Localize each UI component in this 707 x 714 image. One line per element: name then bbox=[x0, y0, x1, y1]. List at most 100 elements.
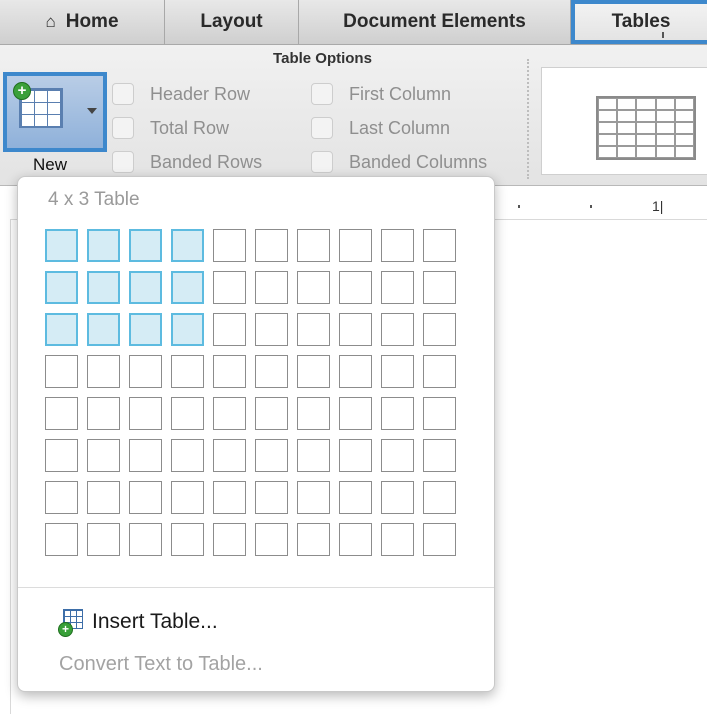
grid-cell-selected[interactable] bbox=[45, 229, 78, 262]
grid-cell[interactable] bbox=[171, 397, 204, 430]
header-row-checkbox[interactable] bbox=[112, 83, 134, 105]
grid-cell[interactable] bbox=[255, 229, 288, 262]
grid-cell-selected[interactable] bbox=[129, 229, 162, 262]
grid-cell[interactable] bbox=[339, 313, 372, 346]
grid-cell-selected[interactable] bbox=[129, 313, 162, 346]
grid-cell[interactable] bbox=[381, 397, 414, 430]
grid-cell[interactable] bbox=[339, 271, 372, 304]
table-style-thumbnail[interactable] bbox=[596, 96, 696, 160]
grid-cell[interactable] bbox=[297, 523, 330, 556]
grid-cell[interactable] bbox=[255, 313, 288, 346]
grid-cell[interactable] bbox=[339, 397, 372, 430]
grid-cell[interactable] bbox=[213, 271, 246, 304]
grid-cell[interactable] bbox=[171, 439, 204, 472]
grid-cell[interactable] bbox=[255, 481, 288, 514]
grid-cell[interactable] bbox=[423, 229, 456, 262]
grid-cell[interactable] bbox=[45, 523, 78, 556]
grid-cell[interactable] bbox=[423, 313, 456, 346]
grid-cell[interactable] bbox=[213, 355, 246, 388]
grid-cell[interactable] bbox=[171, 523, 204, 556]
banded-rows-checkbox[interactable] bbox=[112, 151, 134, 173]
grid-cell[interactable] bbox=[129, 355, 162, 388]
grid-cell[interactable] bbox=[87, 355, 120, 388]
grid-cell[interactable] bbox=[213, 481, 246, 514]
grid-cell-selected[interactable] bbox=[87, 229, 120, 262]
option-header-row[interactable]: Header Row bbox=[112, 83, 250, 105]
grid-cell[interactable] bbox=[45, 397, 78, 430]
grid-cell[interactable] bbox=[255, 397, 288, 430]
grid-cell[interactable] bbox=[297, 271, 330, 304]
grid-cell[interactable] bbox=[381, 229, 414, 262]
grid-cell[interactable] bbox=[45, 439, 78, 472]
grid-cell[interactable] bbox=[129, 397, 162, 430]
grid-cell[interactable] bbox=[381, 523, 414, 556]
grid-cell[interactable] bbox=[255, 439, 288, 472]
grid-cell[interactable] bbox=[255, 355, 288, 388]
table-size-grid[interactable] bbox=[45, 229, 465, 565]
grid-cell[interactable] bbox=[297, 397, 330, 430]
grid-cell[interactable] bbox=[423, 397, 456, 430]
insert-table-menu-item[interactable]: + Insert Table... bbox=[58, 609, 218, 637]
grid-cell[interactable] bbox=[339, 355, 372, 388]
grid-cell-selected[interactable] bbox=[87, 271, 120, 304]
grid-cell[interactable] bbox=[129, 523, 162, 556]
grid-cell[interactable] bbox=[87, 397, 120, 430]
grid-cell[interactable] bbox=[381, 271, 414, 304]
vertical-ruler[interactable] bbox=[0, 219, 11, 714]
last-column-checkbox[interactable] bbox=[311, 117, 333, 139]
grid-cell[interactable] bbox=[423, 271, 456, 304]
banded-columns-checkbox[interactable] bbox=[311, 151, 333, 173]
grid-cell[interactable] bbox=[129, 481, 162, 514]
grid-cell[interactable] bbox=[45, 355, 78, 388]
grid-cell[interactable] bbox=[381, 313, 414, 346]
option-total-row[interactable]: Total Row bbox=[112, 117, 229, 139]
tab-document-elements[interactable]: Document Elements bbox=[299, 0, 571, 44]
grid-cell[interactable] bbox=[423, 355, 456, 388]
grid-cell[interactable] bbox=[423, 523, 456, 556]
grid-cell[interactable] bbox=[339, 523, 372, 556]
grid-cell[interactable] bbox=[297, 481, 330, 514]
grid-cell-selected[interactable] bbox=[45, 313, 78, 346]
option-banded-columns[interactable]: Banded Columns bbox=[311, 151, 487, 173]
grid-cell[interactable] bbox=[45, 481, 78, 514]
grid-cell[interactable] bbox=[171, 481, 204, 514]
grid-cell-selected[interactable] bbox=[45, 271, 78, 304]
grid-cell[interactable] bbox=[213, 229, 246, 262]
grid-cell[interactable] bbox=[381, 355, 414, 388]
grid-cell[interactable] bbox=[339, 439, 372, 472]
table-style-gallery[interactable] bbox=[541, 67, 707, 175]
grid-cell[interactable] bbox=[297, 355, 330, 388]
grid-cell[interactable] bbox=[339, 481, 372, 514]
grid-cell[interactable] bbox=[255, 271, 288, 304]
grid-cell[interactable] bbox=[87, 523, 120, 556]
grid-cell[interactable] bbox=[339, 229, 372, 262]
tab-layout[interactable]: Layout bbox=[165, 0, 299, 44]
tab-tables[interactable]: Tables bbox=[571, 0, 707, 44]
grid-cell-selected[interactable] bbox=[171, 271, 204, 304]
grid-cell[interactable] bbox=[381, 481, 414, 514]
option-banded-rows[interactable]: Banded Rows bbox=[112, 151, 262, 173]
grid-cell[interactable] bbox=[213, 439, 246, 472]
grid-cell[interactable] bbox=[213, 523, 246, 556]
convert-text-to-table-menu-item[interactable]: Convert Text to Table... bbox=[59, 653, 263, 676]
grid-cell-selected[interactable] bbox=[171, 229, 204, 262]
grid-cell[interactable] bbox=[423, 481, 456, 514]
grid-cell[interactable] bbox=[297, 439, 330, 472]
grid-cell[interactable] bbox=[213, 313, 246, 346]
total-row-checkbox[interactable] bbox=[112, 117, 134, 139]
first-column-checkbox[interactable] bbox=[311, 83, 333, 105]
option-last-column[interactable]: Last Column bbox=[311, 117, 450, 139]
grid-cell[interactable] bbox=[87, 481, 120, 514]
grid-cell[interactable] bbox=[171, 355, 204, 388]
grid-cell-selected[interactable] bbox=[129, 271, 162, 304]
new-table-button[interactable]: + bbox=[3, 72, 107, 152]
grid-cell[interactable] bbox=[129, 439, 162, 472]
ruler-indent-marker[interactable] bbox=[662, 32, 664, 38]
grid-cell-selected[interactable] bbox=[171, 313, 204, 346]
grid-cell[interactable] bbox=[381, 439, 414, 472]
grid-cell[interactable] bbox=[297, 313, 330, 346]
grid-cell[interactable] bbox=[87, 439, 120, 472]
grid-cell[interactable] bbox=[255, 523, 288, 556]
grid-cell[interactable] bbox=[213, 397, 246, 430]
tab-home[interactable]: ⌂ Home bbox=[0, 0, 165, 44]
